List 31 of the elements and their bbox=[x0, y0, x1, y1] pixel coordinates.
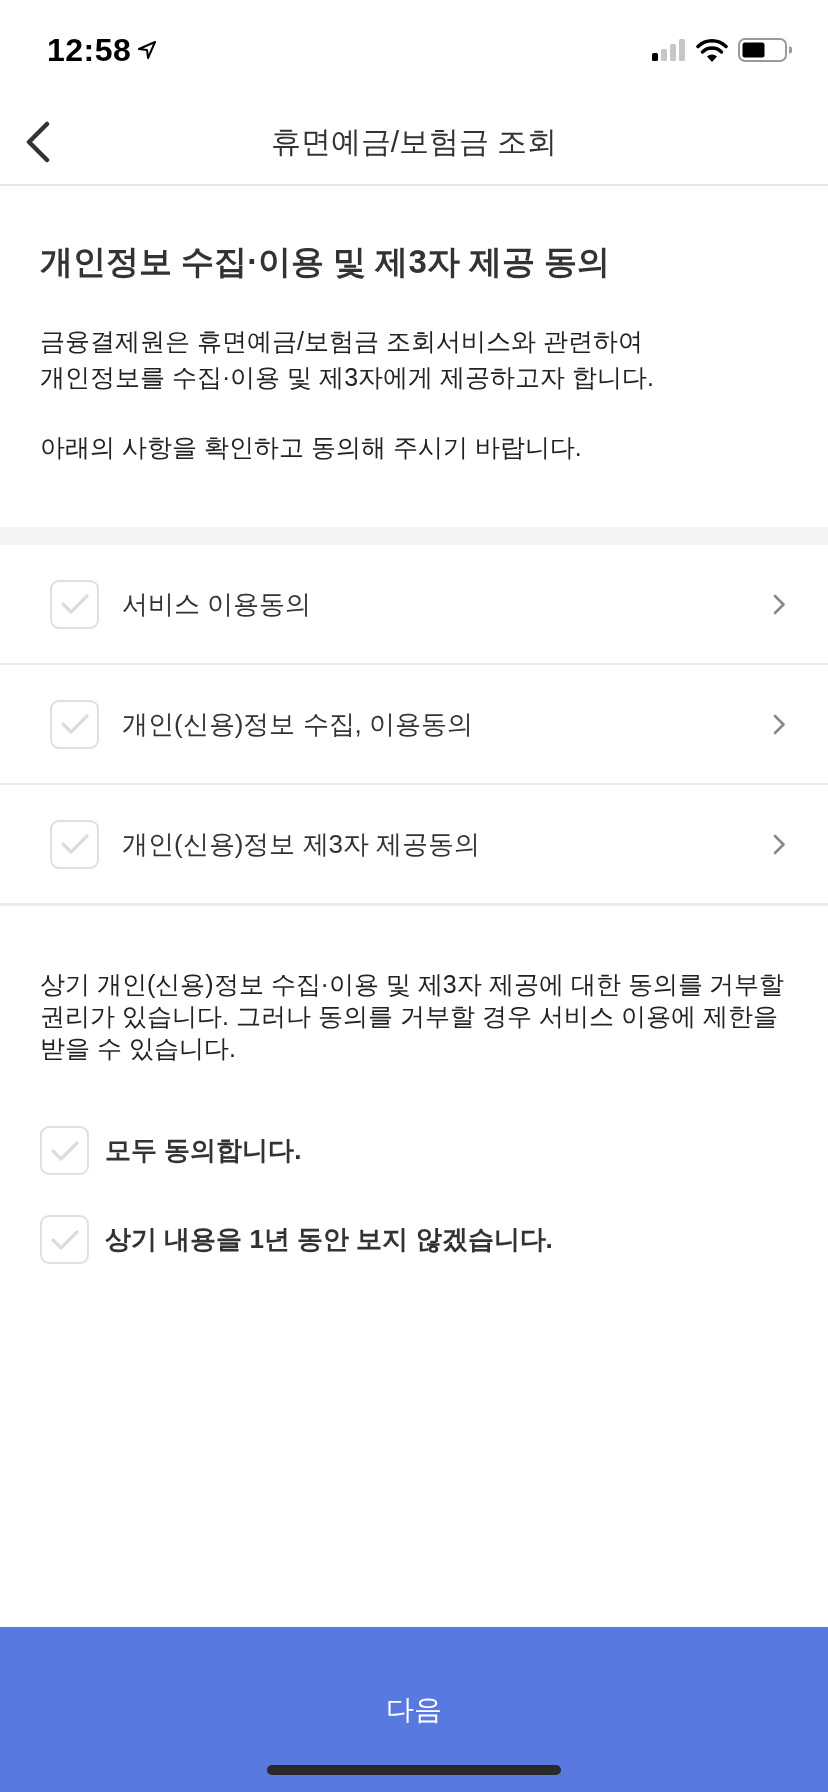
check-icon bbox=[60, 594, 89, 614]
intro-paragraph: 금융결제원은 휴면예금/보험금 조회서비스와 관련하여 개인정보를 수집·이용 및 제3자에게 제공하고자 합니다. bbox=[40, 326, 655, 393]
intro-paragraph: 아래의 사항을 확인하고 동의해 주시기 바랍니다. bbox=[40, 432, 583, 463]
back-chevron-icon bbox=[24, 121, 52, 163]
next-button[interactable]: 다음 bbox=[0, 1627, 828, 1792]
wifi-icon bbox=[696, 38, 728, 62]
option-label: 상기 내용을 1년 동안 보지 않겠습니다. bbox=[105, 1223, 553, 1256]
back-button[interactable] bbox=[24, 121, 52, 163]
consent-label: 서비스 이용동의 bbox=[122, 587, 313, 621]
chevron-right-icon[interactable] bbox=[773, 713, 786, 735]
checkbox[interactable] bbox=[40, 1126, 89, 1175]
check-icon bbox=[50, 1229, 79, 1250]
option-label: 모두 동의합니다. bbox=[105, 1134, 302, 1167]
chevron-right-icon[interactable] bbox=[773, 593, 786, 615]
notice-text: 상기 개인(신용)정보 수집·이용 및 제3자 제공에 대한 동의를 거부할 권리가 있습니다. 그러나 동의를 거부할 경우 서비스 이용에 제한을 받을 수 있습니다. bbox=[40, 969, 786, 1064]
check-icon bbox=[60, 714, 89, 734]
signal-icon bbox=[652, 39, 686, 61]
battery-icon bbox=[738, 38, 792, 62]
consent-label: 개인(신용)정보 제3자 제공동의 bbox=[122, 827, 482, 861]
chevron-right-icon[interactable] bbox=[773, 833, 786, 855]
check-icon bbox=[60, 834, 89, 854]
checkbox[interactable] bbox=[50, 579, 99, 629]
consent-heading: 개인정보 수집·이용 및 제3자 제공 동의 bbox=[40, 242, 612, 282]
consent-label: 개인(신용)정보 수집, 이용동의 bbox=[122, 707, 474, 741]
check-icon bbox=[50, 1140, 79, 1161]
checkbox[interactable] bbox=[50, 819, 99, 869]
location-arrow-icon bbox=[137, 40, 158, 60]
checkbox[interactable] bbox=[40, 1215, 89, 1264]
checkbox[interactable] bbox=[50, 699, 99, 749]
page-title: 휴면예금/보험금 조회 bbox=[269, 123, 559, 160]
status-time: 12:58 bbox=[47, 31, 132, 69]
